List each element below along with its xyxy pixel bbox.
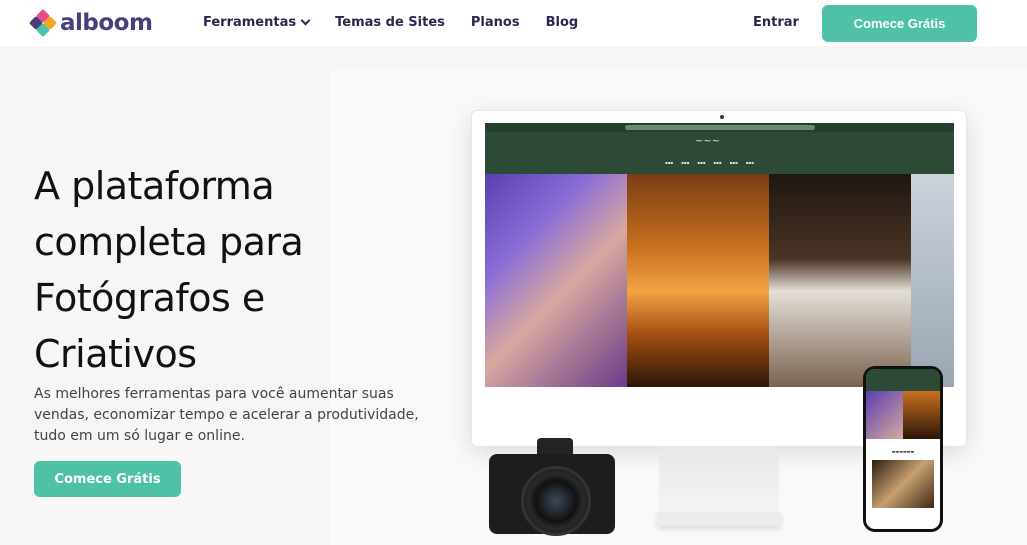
- phone-photo: [866, 391, 903, 439]
- url-bar: [625, 125, 815, 130]
- nav-dot: ▪▪▪: [665, 160, 674, 165]
- nav-item-label: Ferramentas: [203, 15, 297, 30]
- hero-title-line: completa para: [34, 220, 304, 264]
- nav-item-label: Planos: [470, 15, 520, 30]
- nav-dot: ▪▪▪: [681, 160, 690, 165]
- nav-item-label: Temas de Sites: [335, 15, 445, 30]
- logo-icon: [28, 8, 58, 38]
- cafe-woman-photo: [769, 174, 911, 387]
- nav-dot: ▪▪▪: [729, 160, 738, 165]
- logo[interactable]: alboom: [28, 8, 153, 38]
- phone-photo: [903, 391, 940, 439]
- phone-mockup: ▬▬▬▬▬▬: [863, 366, 943, 532]
- monitor-stand: [659, 447, 779, 513]
- dslr-camera-image: [489, 438, 615, 536]
- nav-item-planos[interactable]: Planos: [471, 15, 520, 30]
- login-link[interactable]: Entrar: [753, 15, 799, 30]
- portfolio-site-header: ~~~ ▪▪▪ ▪▪▪ ▪▪▪ ▪▪▪ ▪▪▪ ▪▪▪: [485, 132, 954, 174]
- phone-gallery: [866, 391, 940, 439]
- phone-site-header: [866, 369, 940, 391]
- webcam-dot: [720, 115, 724, 119]
- hero-subtitle: As melhores ferramentas para você aument…: [34, 386, 419, 444]
- portfolio-site-nav: ▪▪▪ ▪▪▪ ▪▪▪ ▪▪▪ ▪▪▪ ▪▪▪: [665, 160, 762, 165]
- portrait-photo: [485, 174, 627, 387]
- logo-text: alboom: [60, 10, 153, 36]
- portfolio-gallery: [485, 174, 954, 387]
- monitor-screen: ~~~ ▪▪▪ ▪▪▪ ▪▪▪ ▪▪▪ ▪▪▪ ▪▪▪: [485, 123, 954, 387]
- site-header: alboom Ferramentas Temas de Sites Planos…: [0, 0, 1027, 46]
- nav-dot: ▪▪▪: [745, 160, 754, 165]
- main-nav: Ferramentas Temas de Sites Planos Blog: [203, 15, 604, 30]
- chevron-down-icon: [300, 15, 311, 26]
- hero-title-line: A plataforma: [34, 164, 275, 208]
- nav-item-ferramentas[interactable]: Ferramentas: [203, 15, 311, 30]
- signature-logo-image: ~~~: [695, 136, 721, 147]
- nav-dot: ▪▪▪: [697, 160, 706, 165]
- nav-dot: ▪▪▪: [713, 160, 722, 165]
- hero-title: A plataforma completa para Fotógrafos e …: [34, 158, 394, 382]
- phone-section-heading: ▬▬▬▬▬▬: [891, 449, 915, 454]
- phone-photo: [872, 460, 934, 508]
- hero-title-line: Criativos: [34, 332, 197, 376]
- hero-start-free-button[interactable]: Comece Grátis: [34, 461, 181, 497]
- camera-lens: [521, 466, 591, 536]
- nav-item-label: Blog: [545, 15, 579, 30]
- sunset-couple-photo: [627, 174, 769, 387]
- header-start-free-button[interactable]: Comece Grátis: [822, 5, 977, 42]
- phone-screen: ▬▬▬▬▬▬: [866, 369, 940, 529]
- browser-bar: [485, 123, 954, 132]
- nav-item-blog[interactable]: Blog: [546, 15, 579, 30]
- nav-item-temas-de-sites[interactable]: Temas de Sites: [335, 15, 445, 30]
- partial-photo: [911, 174, 954, 387]
- monitor-stand-base: [657, 512, 781, 526]
- hero-title-line: Fotógrafos e: [34, 276, 265, 320]
